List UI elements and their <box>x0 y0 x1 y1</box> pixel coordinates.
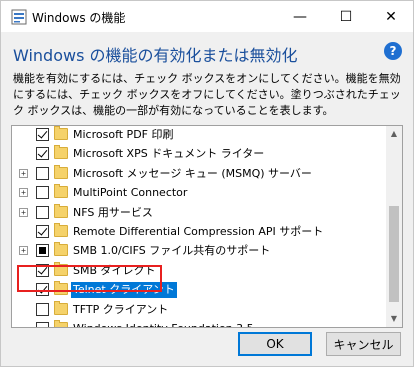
feature-checkbox[interactable] <box>36 128 49 141</box>
folder-icon <box>54 126 68 140</box>
title-bar: Windows の機能 — ☐ ✕ <box>1 1 413 32</box>
feature-checkbox[interactable] <box>36 283 49 297</box>
folder-icon <box>54 223 68 237</box>
folder-icon <box>54 300 68 315</box>
feature-row[interactable]: + Microsoft メッセージ キュー (MSMQ) サーバー <box>12 164 392 183</box>
feature-checkbox[interactable] <box>36 147 49 161</box>
window-title: Windows の機能 <box>32 11 126 25</box>
maximize-icon: ☐ <box>339 8 353 25</box>
feature-row[interactable]: + MultiPoint Connector <box>12 184 392 202</box>
close-button[interactable]: ✕ <box>368 1 414 32</box>
expand-icon[interactable]: + <box>19 207 28 217</box>
feature-checkbox[interactable] <box>36 186 49 200</box>
feature-checkbox[interactable] <box>36 244 49 258</box>
feature-row[interactable]: + NFS 用サービス <box>12 203 392 222</box>
feature-label: Microsoft XPS ドキュメント ライター <box>73 147 265 161</box>
folder-icon <box>54 184 68 199</box>
feature-row[interactable]: SMB ダイレクト <box>12 261 392 280</box>
feature-label: NFS 用サービス <box>73 205 153 219</box>
scroll-down-icon[interactable]: ▼ <box>386 311 402 327</box>
features-tree: Microsoft PDF 印刷 Microsoft XPS ドキュメント ライタ… <box>11 125 403 328</box>
feature-checkbox[interactable] <box>36 322 49 327</box>
cancel-button[interactable]: キャンセル <box>326 332 401 356</box>
ok-button[interactable]: OK <box>238 332 312 356</box>
feature-row[interactable]: Telnet クライアント <box>12 281 392 299</box>
feature-checkbox[interactable] <box>36 205 49 219</box>
close-icon: ✕ <box>385 8 397 25</box>
feature-label: SMB ダイレクト <box>73 263 156 277</box>
feature-checkbox[interactable] <box>36 302 49 316</box>
feature-label: Microsoft PDF 印刷 <box>73 128 174 141</box>
folder-icon <box>54 320 68 327</box>
tree-scrollbar[interactable]: ▲ ▼ <box>386 126 402 327</box>
expand-icon[interactable]: + <box>19 168 28 178</box>
description-text: 機能を有効にするには、チェック ボックスをオンにしてください。機能を無効にするに… <box>13 72 401 117</box>
folder-icon <box>54 281 68 296</box>
windows-features-app-icon <box>11 9 27 25</box>
maximize-button[interactable]: ☐ <box>323 1 369 32</box>
folder-icon <box>54 203 68 218</box>
scroll-up-icon[interactable]: ▲ <box>386 126 402 142</box>
feature-label: Remote Differential Compression API サポート <box>73 225 324 238</box>
feature-row[interactable]: + SMB 1.0/CIFS ファイル共有のサポート <box>12 242 392 260</box>
feature-label: Windows Identity Foundation 3.5 <box>73 321 254 327</box>
feature-checkbox[interactable] <box>36 225 49 238</box>
feature-label: SMB 1.0/CIFS ファイル共有のサポート <box>73 244 271 258</box>
feature-label: TFTP クライアント <box>73 302 169 316</box>
feature-row[interactable]: Microsoft XPS ドキュメント ライター <box>12 145 392 163</box>
folder-icon <box>54 261 68 276</box>
minimize-button[interactable]: — <box>277 1 323 32</box>
windows-features-dialog: Windows の機能 — ☐ ✕ Windows の機能の有効化または無効化 … <box>0 0 414 367</box>
folder-icon <box>54 164 68 179</box>
feature-row[interactable]: TFTP クライアント <box>12 300 392 319</box>
feature-label: Microsoft メッセージ キュー (MSMQ) サーバー <box>73 166 312 180</box>
folder-icon <box>54 145 68 160</box>
feature-row[interactable]: Windows Identity Foundation 3.5 <box>12 320 392 327</box>
feature-row[interactable]: Microsoft PDF 印刷 <box>12 126 392 144</box>
feature-row[interactable]: Remote Differential Compression API サポート <box>12 223 392 241</box>
folder-icon <box>54 242 68 257</box>
feature-checkbox[interactable] <box>36 263 49 277</box>
feature-label: Telnet クライアント <box>71 282 177 299</box>
expand-icon[interactable]: + <box>19 246 28 256</box>
page-title: Windows の機能の有効化または無効化 <box>13 46 298 65</box>
help-icon[interactable]: ? <box>384 42 402 60</box>
minimize-icon: — <box>293 8 307 25</box>
feature-label: MultiPoint Connector <box>73 186 188 200</box>
feature-checkbox[interactable] <box>36 166 49 180</box>
expand-icon[interactable]: + <box>19 188 28 198</box>
scrollbar-thumb[interactable] <box>389 206 399 302</box>
